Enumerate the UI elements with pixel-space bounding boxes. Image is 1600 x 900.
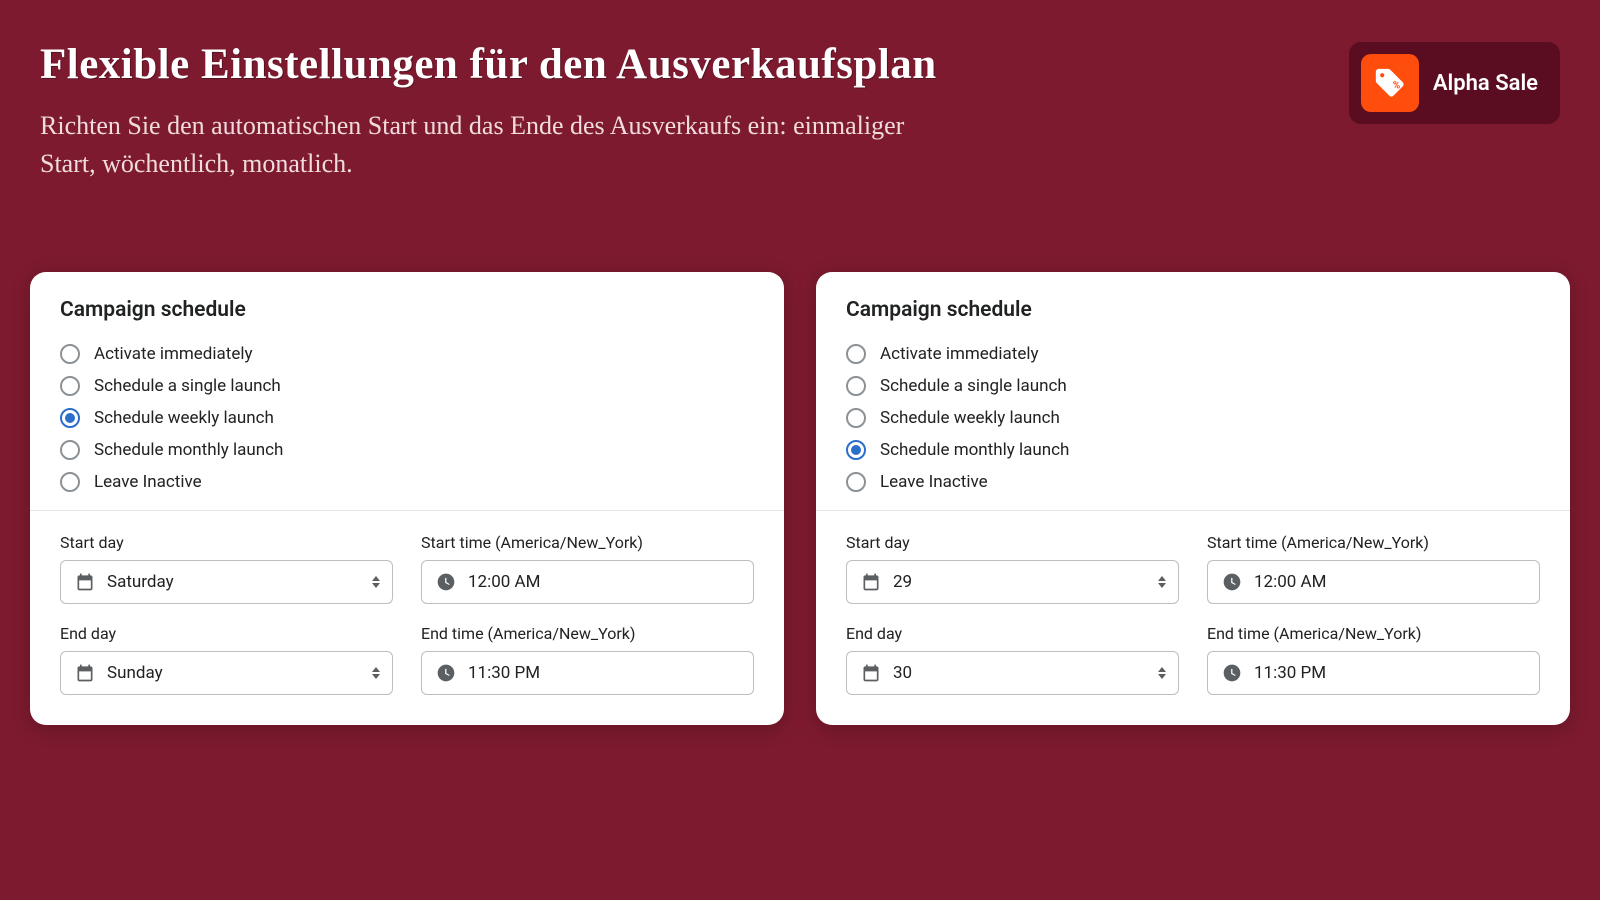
end-day-field-group: End day Sunday — [60, 624, 393, 695]
start-time-label: Start time (America/New_York) — [1207, 533, 1540, 552]
cards-container: Campaign schedule Activate immediately S… — [0, 202, 1600, 725]
radio-icon — [60, 376, 80, 396]
radio-label: Schedule weekly launch — [880, 408, 1060, 428]
start-time-field-group: Start time (America/New_York) 12:00 AM — [421, 533, 754, 604]
radio-activate-immediately[interactable]: Activate immediately — [846, 344, 1540, 364]
title-block: Flexible Einstellungen für den Ausverkau… — [40, 40, 1349, 182]
start-day-value: Saturday — [107, 572, 378, 592]
radio-label: Leave Inactive — [880, 472, 988, 492]
radio-single-launch[interactable]: Schedule a single launch — [60, 376, 754, 396]
svg-text:%: % — [1393, 81, 1400, 92]
start-day-label: Start day — [846, 533, 1179, 552]
radio-group: Activate immediately Schedule a single l… — [60, 344, 754, 492]
radio-label: Activate immediately — [94, 344, 253, 364]
clock-icon — [436, 663, 456, 683]
radio-icon — [60, 472, 80, 492]
radio-leave-inactive[interactable]: Leave Inactive — [846, 472, 1540, 492]
end-time-label: End time (America/New_York) — [1207, 624, 1540, 643]
end-time-value: 11:30 PM — [1254, 663, 1525, 683]
end-time-input[interactable]: 11:30 PM — [421, 651, 754, 695]
start-time-input[interactable]: 12:00 AM — [1207, 560, 1540, 604]
end-day-label: End day — [846, 624, 1179, 643]
end-day-value: 30 — [893, 663, 1164, 683]
start-day-value: 29 — [893, 572, 1164, 592]
radio-activate-immediately[interactable]: Activate immediately — [60, 344, 754, 364]
page-title: Flexible Einstellungen für den Ausverkau… — [40, 40, 1349, 89]
radio-label: Leave Inactive — [94, 472, 202, 492]
radio-icon — [60, 408, 80, 428]
end-day-label: End day — [60, 624, 393, 643]
clock-icon — [1222, 572, 1242, 592]
start-time-input[interactable]: 12:00 AM — [421, 560, 754, 604]
end-day-field-group: End day 30 — [846, 624, 1179, 695]
brand-badge: % Alpha Sale — [1349, 42, 1560, 124]
clock-icon — [436, 572, 456, 592]
card-title: Campaign schedule — [60, 298, 754, 322]
end-time-value: 11:30 PM — [468, 663, 739, 683]
calendar-icon — [861, 572, 881, 592]
radio-icon — [60, 440, 80, 460]
end-time-input[interactable]: 11:30 PM — [1207, 651, 1540, 695]
calendar-icon — [75, 572, 95, 592]
card-title: Campaign schedule — [846, 298, 1540, 322]
radio-icon — [60, 344, 80, 364]
radio-leave-inactive[interactable]: Leave Inactive — [60, 472, 754, 492]
card-body: Start day 29 Start time (America/New_Yor… — [816, 510, 1570, 725]
end-time-field-group: End time (America/New_York) 11:30 PM — [421, 624, 754, 695]
end-day-select[interactable]: 30 — [846, 651, 1179, 695]
start-day-label: Start day — [60, 533, 393, 552]
radio-label: Activate immediately — [880, 344, 1039, 364]
card-body: Start day Saturday Start time (America/N… — [30, 510, 784, 725]
start-day-field-group: Start day 29 — [846, 533, 1179, 604]
radio-single-launch[interactable]: Schedule a single launch — [846, 376, 1540, 396]
end-time-label: End time (America/New_York) — [421, 624, 754, 643]
brand-tag-icon: % — [1361, 54, 1419, 112]
radio-group: Activate immediately Schedule a single l… — [846, 344, 1540, 492]
calendar-icon — [75, 663, 95, 683]
card-header: Campaign schedule Activate immediately S… — [816, 272, 1570, 510]
radio-icon — [846, 472, 866, 492]
calendar-icon — [861, 663, 881, 683]
radio-icon — [846, 344, 866, 364]
end-day-value: Sunday — [107, 663, 378, 683]
start-time-label: Start time (America/New_York) — [421, 533, 754, 552]
start-time-value: 12:00 AM — [468, 572, 739, 592]
radio-weekly-launch[interactable]: Schedule weekly launch — [846, 408, 1540, 428]
page-subtitle: Richten Sie den automatischen Start und … — [40, 107, 940, 182]
schedule-card-monthly: Campaign schedule Activate immediately S… — [816, 272, 1570, 725]
brand-name: Alpha Sale — [1433, 71, 1538, 96]
start-day-select[interactable]: Saturday — [60, 560, 393, 604]
start-time-value: 12:00 AM — [1254, 572, 1525, 592]
radio-label: Schedule a single launch — [880, 376, 1067, 396]
schedule-card-weekly: Campaign schedule Activate immediately S… — [30, 272, 784, 725]
radio-icon — [846, 376, 866, 396]
radio-icon — [846, 440, 866, 460]
end-day-select[interactable]: Sunday — [60, 651, 393, 695]
radio-weekly-launch[interactable]: Schedule weekly launch — [60, 408, 754, 428]
radio-monthly-launch[interactable]: Schedule monthly launch — [846, 440, 1540, 460]
clock-icon — [1222, 663, 1242, 683]
radio-label: Schedule monthly launch — [94, 440, 283, 460]
radio-label: Schedule weekly launch — [94, 408, 274, 428]
radio-monthly-launch[interactable]: Schedule monthly launch — [60, 440, 754, 460]
radio-label: Schedule a single launch — [94, 376, 281, 396]
radio-icon — [846, 408, 866, 428]
card-header: Campaign schedule Activate immediately S… — [30, 272, 784, 510]
end-time-field-group: End time (America/New_York) 11:30 PM — [1207, 624, 1540, 695]
page-header: Flexible Einstellungen für den Ausverkau… — [0, 0, 1600, 202]
start-day-field-group: Start day Saturday — [60, 533, 393, 604]
radio-label: Schedule monthly launch — [880, 440, 1069, 460]
start-time-field-group: Start time (America/New_York) 12:00 AM — [1207, 533, 1540, 604]
start-day-select[interactable]: 29 — [846, 560, 1179, 604]
